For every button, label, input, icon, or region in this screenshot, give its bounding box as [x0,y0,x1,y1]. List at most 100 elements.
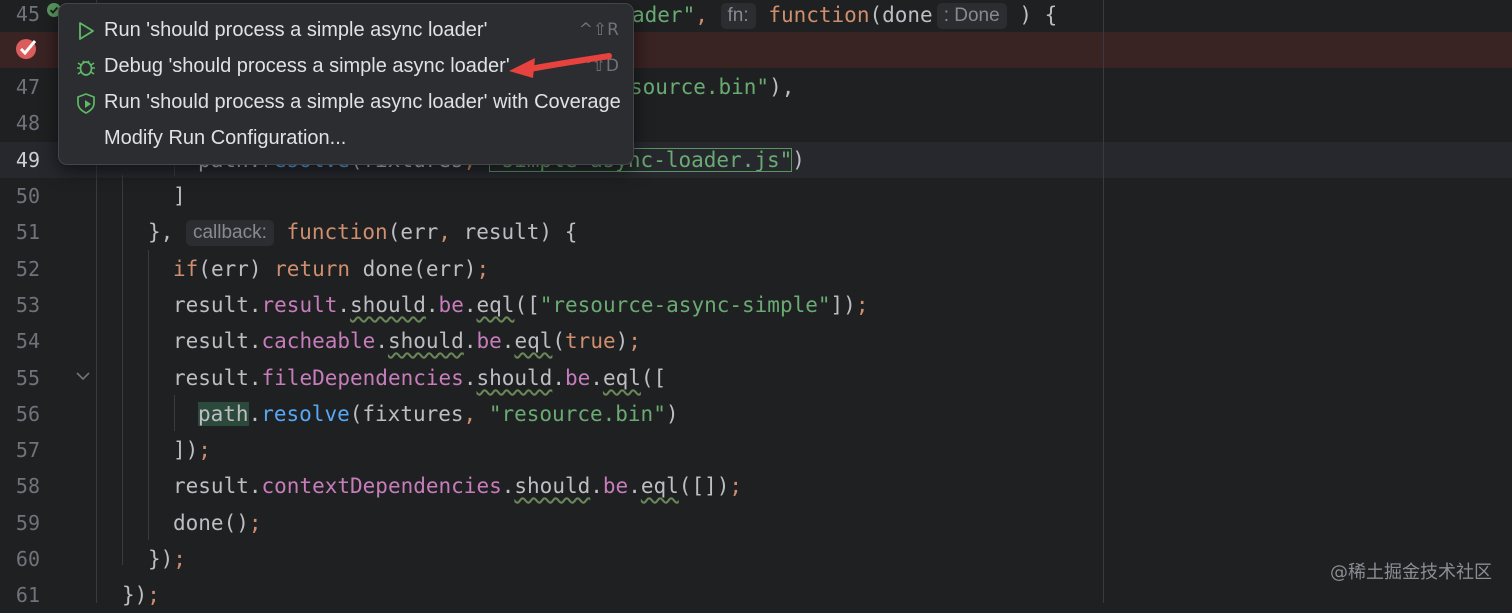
code-token: true [565,329,616,353]
code-token: eql [602,366,641,390]
code-token: ) [665,402,679,426]
code-token: . [248,402,262,426]
code-token: (done [869,3,933,27]
code-token: . [501,329,515,353]
code-token: . [628,474,641,498]
code-token: should [514,474,591,498]
code-token: . [425,293,439,317]
menu-item-shortcut: ^⇧R [578,20,619,40]
code-line-59: done(); [173,505,262,541]
code-token: ; [729,474,743,498]
code-token: eql [514,329,553,353]
code-token: return [274,257,351,281]
code-token: , [695,3,708,27]
code-token: ([ [514,293,540,317]
line-number-current: 49 [15,148,40,172]
menu-item-label: Run 'should process a simple async loade… [104,91,621,113]
code-token: ]) [830,293,856,317]
line-number: 57 [15,438,40,462]
code-token: contextDependencies [261,474,502,498]
line-number: 61 [15,583,40,607]
code-line-51: }, callback: function(err, result) { [148,214,577,250]
code-token: result [261,293,338,317]
code-token: }) [122,583,148,607]
menu-item-label: Modify Run Configuration... [104,127,347,149]
code-token: result [173,329,249,353]
code-token: be [602,474,629,498]
code-token: . [337,293,351,317]
code-token: ) [792,148,805,172]
code-token: }, [148,220,174,244]
code-line-50: ] [173,178,186,214]
code-line-58: result.contextDependencies.should.be.eql… [173,468,742,504]
run-context-menu: Run 'should process a simple async loade… [58,3,634,165]
code-line-47: source.bin"), [630,69,794,105]
code-token: ; [476,257,490,281]
menu-item-modify-run-config[interactable]: Modify Run Configuration... [59,120,633,156]
code-token: . [248,293,262,317]
code-token: eql [476,293,515,317]
param-hint-callback: callback: [185,220,274,246]
code-token: source.bin" [630,75,770,99]
menu-item-label: Debug 'should process a simple async loa… [104,55,510,77]
code-token: . [590,366,603,390]
code-token: . [463,329,477,353]
fold-chevron-icon[interactable] [74,367,92,385]
code-token: ( [552,329,566,353]
code-token: result [173,474,249,498]
code-token: ader" [632,3,696,27]
code-token: ), [769,75,795,99]
code-token: done() [173,511,249,535]
right-margin-guide [1103,0,1104,603]
code-line-54: result.cacheable.should.be.eql(true); [173,323,641,359]
line-number: 51 [15,220,40,244]
code-token: should [350,293,426,317]
code-line-52: if(err) return done(err); [173,251,489,287]
coverage-icon [77,93,95,114]
code-token: ) { [1019,3,1058,27]
code-token: result [173,293,249,317]
line-number: 55 [15,366,40,390]
code-token: should [476,366,553,390]
line-number: 58 [15,474,40,498]
code-token: be [564,366,591,390]
debug-icon [77,60,95,76]
line-number: 45 [15,2,40,26]
menu-item-label: Run 'should process a simple async loade… [104,19,488,41]
code-line-53: result.result.should.be.eql(["resource-a… [173,287,868,323]
code-token: . [248,366,262,390]
code-token: if [173,257,199,281]
breakpoint-icon[interactable] [15,37,41,61]
code-token: . [552,366,565,390]
line-number: 54 [15,329,40,353]
code-line-56: path.resolve(fixtures, "resource.bin") [198,396,679,432]
code-token: fileDependencies [261,366,464,390]
code-token: . [463,293,477,317]
code-token: ([]) [678,474,730,498]
code-token: . [248,474,262,498]
run-icon [79,22,94,40]
code-token: ; [248,511,262,535]
code-token: ; [855,293,869,317]
code-token: "resource.bin" [488,402,666,426]
indent-guide [148,250,149,540]
line-number: 47 [15,75,40,99]
code-token: ] [173,184,186,208]
menu-item-run-coverage[interactable]: Run 'should process a simple async loade… [59,84,633,120]
code-token: "resource-async-simple" [539,293,831,317]
code-token: ; [198,438,211,462]
code-token: done(err) [350,257,477,281]
code-token: ) [615,329,629,353]
code-token: ([ [640,366,667,390]
code-token: result [173,366,249,390]
code-token: ; [173,547,186,571]
code-line-60: }); [148,541,186,577]
line-number: 53 [15,293,40,317]
line-number: 60 [15,547,40,571]
indent-guide [174,395,175,431]
code-line-45: ader", fn: function(done: Done ) { [632,0,1057,33]
menu-item-run[interactable]: Run 'should process a simple async loade… [59,12,633,48]
code-token: resolve [261,402,350,426]
code-token: be [476,329,502,353]
code-token: . [501,474,515,498]
